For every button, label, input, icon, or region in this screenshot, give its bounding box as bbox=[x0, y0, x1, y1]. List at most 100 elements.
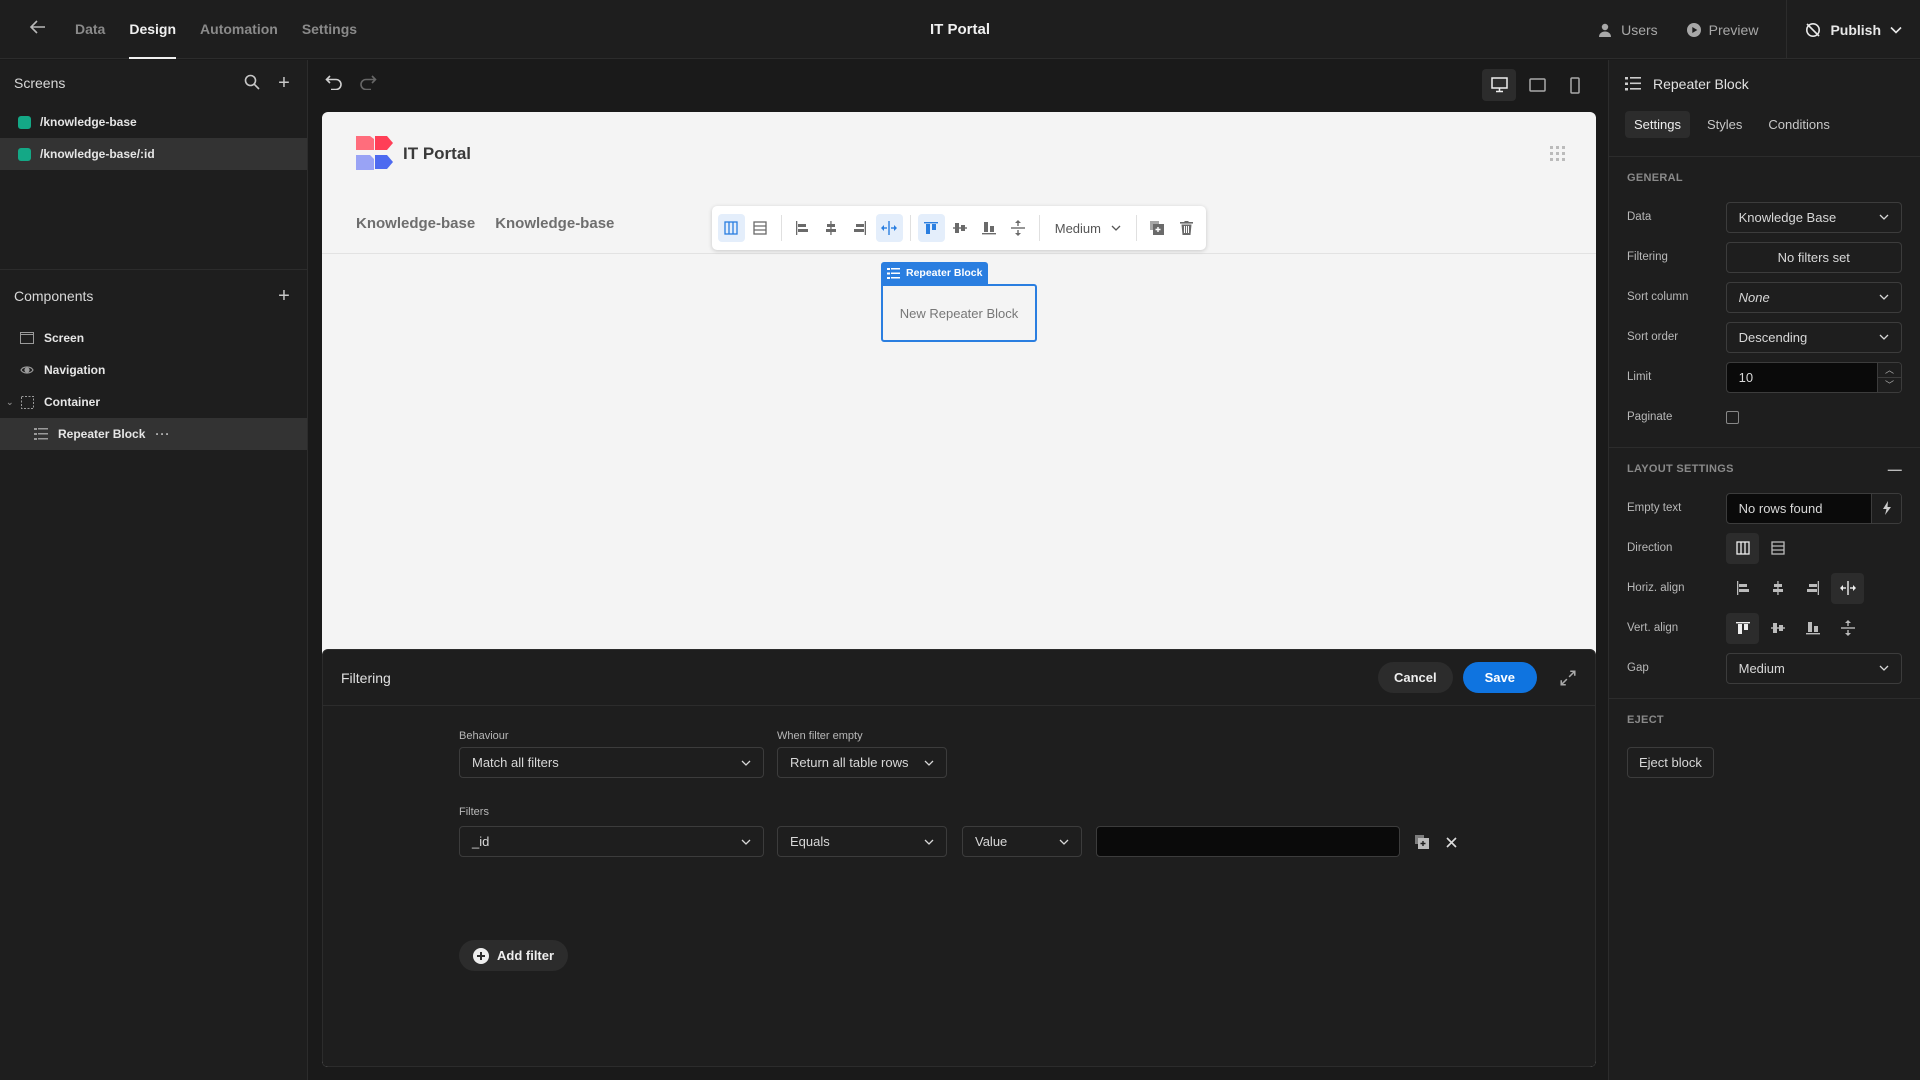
limit-input[interactable]: 10 ︿ ﹀ bbox=[1725, 361, 1902, 393]
limit-label: Limit bbox=[1627, 371, 1652, 383]
mobile-view-button[interactable] bbox=[1558, 69, 1592, 101]
align-center-button[interactable] bbox=[818, 214, 845, 242]
component-item-container[interactable]: ⌄ Container bbox=[0, 386, 307, 418]
filter-field-select[interactable]: _id bbox=[459, 826, 764, 857]
direction-row-button[interactable] bbox=[1761, 533, 1794, 564]
component-item-screen[interactable]: Screen bbox=[0, 322, 307, 354]
tab-conditions[interactable]: Conditions bbox=[1759, 111, 1838, 138]
component-item-navigation[interactable]: Navigation bbox=[0, 354, 307, 386]
collapse-icon[interactable]: — bbox=[1888, 448, 1902, 488]
tab-design[interactable]: Design bbox=[129, 0, 176, 59]
chevron-down-icon[interactable]: ⌄ bbox=[6, 397, 19, 408]
valign-bottom-button[interactable] bbox=[976, 214, 1003, 242]
component-label: Screen bbox=[44, 331, 85, 345]
tab-settings[interactable]: Settings bbox=[302, 0, 357, 59]
behaviour-value: Match all filters bbox=[472, 755, 559, 770]
valign-middle-button[interactable] bbox=[947, 214, 974, 242]
preview-button[interactable]: Preview bbox=[1686, 22, 1758, 38]
gap-select[interactable]: Medium bbox=[1047, 221, 1129, 236]
sort-order-select[interactable]: Descending bbox=[1725, 321, 1902, 353]
add-component-icon[interactable]: + bbox=[275, 286, 293, 306]
paginate-checkbox[interactable] bbox=[1726, 410, 1739, 424]
vert-align-label: Vert. align bbox=[1627, 622, 1679, 634]
plus-circle-icon bbox=[473, 947, 489, 964]
valign-top-button[interactable] bbox=[1726, 612, 1759, 644]
direction-column-button[interactable] bbox=[1726, 532, 1759, 564]
divider bbox=[1136, 215, 1137, 241]
selected-component-tag[interactable]: Repeater Block bbox=[881, 262, 989, 284]
save-button[interactable]: Save bbox=[1462, 662, 1537, 693]
behaviour-label: Behaviour bbox=[459, 730, 509, 742]
drag-grip-icon[interactable] bbox=[1550, 146, 1566, 162]
expand-icon[interactable] bbox=[1559, 669, 1577, 687]
data-select[interactable]: Knowledge Base bbox=[1725, 201, 1902, 233]
valign-top-button[interactable] bbox=[917, 214, 945, 242]
tab-data[interactable]: Data bbox=[75, 0, 105, 59]
more-options-icon[interactable]: ··· bbox=[155, 427, 170, 441]
screen-item[interactable]: /knowledge-base bbox=[0, 106, 307, 138]
tab-settings[interactable]: Settings bbox=[1625, 110, 1690, 138]
canvas-toolbar bbox=[309, 60, 1608, 112]
duplicate-button[interactable] bbox=[1144, 214, 1171, 242]
remove-filter-icon[interactable] bbox=[1446, 837, 1457, 848]
filter-value-input[interactable] bbox=[1096, 826, 1400, 857]
gap-select[interactable]: Medium bbox=[1725, 652, 1902, 684]
left-sidebar: Screens + /knowledge-base /knowledge-bas… bbox=[0, 60, 308, 1080]
placeholder-text: New Repeater Block bbox=[899, 305, 1019, 321]
redo-icon[interactable] bbox=[359, 74, 377, 95]
add-filter-button[interactable]: Add filter bbox=[459, 940, 569, 971]
filtering-button[interactable]: No filters set bbox=[1725, 241, 1902, 273]
valign-middle-button[interactable] bbox=[1761, 613, 1794, 644]
chevron-down-icon bbox=[1879, 334, 1889, 340]
nav-link[interactable]: Knowledge-base bbox=[495, 215, 614, 232]
chevron-up-icon[interactable]: ︿ bbox=[1878, 363, 1901, 378]
align-stretch-button[interactable] bbox=[875, 214, 903, 242]
publish-button[interactable]: Publish bbox=[1786, 0, 1920, 59]
limit-stepper[interactable]: ︿ ﹀ bbox=[1877, 362, 1901, 392]
valign-stretch-button[interactable] bbox=[1831, 613, 1864, 644]
align-center-button[interactable] bbox=[1761, 573, 1794, 604]
delete-button[interactable] bbox=[1173, 214, 1200, 242]
arrow-left-icon bbox=[29, 20, 45, 34]
sort-column-label: Sort column bbox=[1627, 291, 1689, 303]
search-icon[interactable] bbox=[243, 74, 261, 92]
valign-stretch-button[interactable] bbox=[1005, 214, 1032, 242]
add-screen-icon[interactable]: + bbox=[275, 73, 293, 93]
behaviour-select[interactable]: Match all filters bbox=[459, 747, 764, 778]
valign-bottom-button[interactable] bbox=[1796, 613, 1829, 644]
cancel-button[interactable]: Cancel bbox=[1377, 662, 1453, 693]
eye-icon bbox=[19, 363, 35, 377]
filter-type-select[interactable]: Value bbox=[962, 826, 1082, 857]
when-empty-select[interactable]: Return all table rows bbox=[777, 747, 947, 778]
repeater-block-placeholder[interactable]: New Repeater Block bbox=[881, 284, 1037, 342]
align-right-button[interactable] bbox=[1796, 573, 1829, 604]
align-right-button[interactable] bbox=[847, 214, 874, 242]
binding-button[interactable] bbox=[1871, 493, 1901, 523]
align-stretch-button[interactable] bbox=[1831, 572, 1864, 604]
users-button[interactable]: Users bbox=[1598, 22, 1658, 38]
tab-styles[interactable]: Styles bbox=[1698, 111, 1751, 138]
tablet-view-button[interactable] bbox=[1520, 69, 1554, 101]
nav-link[interactable]: Knowledge-base bbox=[356, 215, 475, 232]
direction-row-button[interactable] bbox=[747, 214, 774, 242]
publish-label: Publish bbox=[1830, 21, 1881, 38]
screen-item[interactable]: /knowledge-base/:id bbox=[0, 138, 307, 170]
filter-operator-select[interactable]: Equals bbox=[777, 826, 947, 857]
empty-text-input[interactable]: No rows found bbox=[1725, 492, 1902, 524]
component-item-repeater-block[interactable]: Repeater Block ··· bbox=[0, 418, 307, 450]
align-left-button[interactable] bbox=[789, 214, 816, 242]
desktop-view-button[interactable] bbox=[1482, 69, 1516, 101]
sort-column-select[interactable]: None bbox=[1725, 281, 1902, 313]
tab-automation[interactable]: Automation bbox=[200, 0, 278, 59]
components-title: Components bbox=[14, 288, 94, 304]
duplicate-filter-icon[interactable] bbox=[1415, 835, 1429, 849]
align-left-button[interactable] bbox=[1726, 573, 1759, 604]
back-button[interactable] bbox=[26, 18, 50, 42]
stretch-horizontal-icon bbox=[1839, 581, 1856, 595]
columns-icon bbox=[1735, 541, 1750, 555]
direction-column-button[interactable] bbox=[718, 214, 745, 242]
chevron-down-icon[interactable]: ﹀ bbox=[1878, 378, 1901, 392]
undo-icon[interactable] bbox=[325, 74, 343, 95]
eject-block-button[interactable]: Eject block bbox=[1627, 747, 1714, 778]
drawer-title: Filtering bbox=[341, 669, 391, 686]
